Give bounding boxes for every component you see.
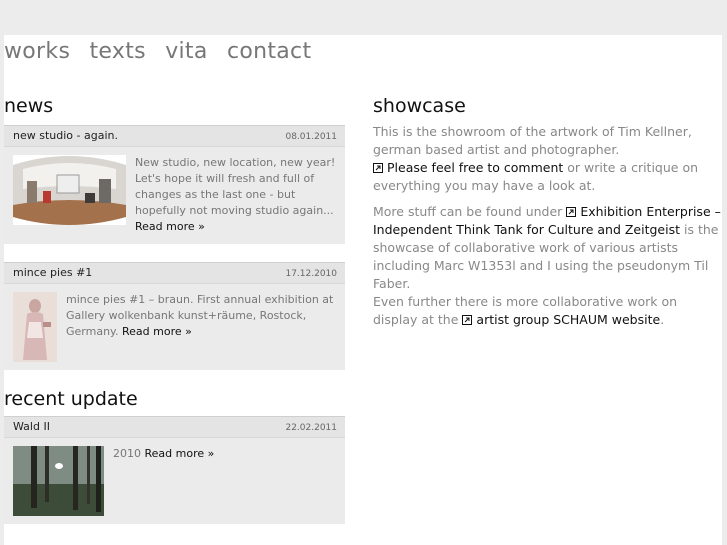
news-card-body: mince pies #1 – braun. First annual exhi… — [4, 284, 345, 370]
read-more-link[interactable]: Read more » — [145, 447, 215, 460]
showcase-heading: showcase — [373, 95, 466, 117]
recent-card-header: Wald II 22.02.2011 — [4, 416, 345, 438]
page: works texts vita contact news new studio… — [4, 35, 722, 545]
external-link-icon — [462, 315, 473, 325]
external-link-icon — [373, 163, 383, 173]
recent-update-section: recent update Wald II 22.02.2011 2010 Re… — [4, 388, 345, 524]
news-card-header: mince pies #1 17.12.2010 — [4, 262, 345, 284]
showcase-paragraph: More stuff can be found under Exhibition… — [373, 203, 722, 329]
news-title[interactable]: new studio - again. — [13, 129, 118, 142]
nav-texts[interactable]: texts — [90, 39, 146, 64]
showcase-p2-text: More stuff can be found under — [373, 204, 563, 219]
news-card: new studio - again. 08.01.2011 New studi… — [4, 125, 345, 244]
showcase-p1-text: This is the showroom of the artwork of T… — [373, 124, 692, 157]
news-title[interactable]: mince pies #1 — [13, 266, 92, 279]
news-date: 08.01.2011 — [285, 132, 337, 142]
recent-date: 22.02.2011 — [285, 423, 337, 433]
external-link-icon — [566, 207, 577, 217]
nav-vita[interactable]: vita — [165, 39, 207, 64]
left-column: news new studio - again. 08.01.2011 New … — [4, 95, 345, 542]
showcase-paragraph: This is the showroom of the artwork of T… — [373, 123, 722, 195]
recent-card: Wald II 22.02.2011 2010 Read more » — [4, 416, 345, 524]
news-date: 17.12.2010 — [285, 269, 337, 279]
mince-pies-painting-thumbnail[interactable] — [13, 292, 57, 362]
recent-text: 2010 — [113, 447, 141, 460]
nav-contact[interactable]: contact — [227, 39, 311, 64]
recent-update-heading: recent update — [4, 388, 138, 410]
showcase-p2-end: . — [660, 312, 665, 327]
schaum-link-label: artist group SCHAUM website — [476, 312, 661, 327]
recent-card-body: 2010 Read more » — [4, 438, 345, 524]
main-nav: works texts vita contact — [4, 39, 323, 64]
showcase-text: This is the showroom of the artwork of T… — [373, 123, 722, 329]
nav-works[interactable]: works — [4, 39, 70, 64]
recent-title[interactable]: Wald II — [13, 420, 50, 433]
read-more-link[interactable]: Read more » — [122, 325, 192, 338]
read-more-link[interactable]: Read more » — [135, 220, 205, 233]
news-excerpt: mince pies #1 – braun. First annual exhi… — [13, 292, 336, 340]
news-card-header: new studio - again. 08.01.2011 — [4, 125, 345, 147]
news-card: mince pies #1 17.12.2010 mince pies #1 –… — [4, 262, 345, 370]
comment-link[interactable]: Please feel free to comment — [373, 160, 563, 175]
news-text: mince pies #1 – braun. First annual exhi… — [66, 293, 334, 338]
news-text: New studio, new location, new year! Let'… — [135, 156, 336, 217]
news-section: news new studio - again. 08.01.2011 New … — [4, 95, 345, 370]
studio-panorama-thumbnail[interactable] — [13, 155, 126, 225]
news-card-body: New studio, new location, new year! Let'… — [4, 147, 345, 244]
news-heading: news — [4, 95, 54, 117]
schaum-link[interactable]: artist group SCHAUM website — [462, 312, 660, 327]
right-column: showcase This is the showroom of the art… — [373, 95, 722, 337]
comment-link-label: Please feel free to comment — [387, 160, 564, 175]
forest-photo-thumbnail[interactable] — [13, 446, 104, 516]
